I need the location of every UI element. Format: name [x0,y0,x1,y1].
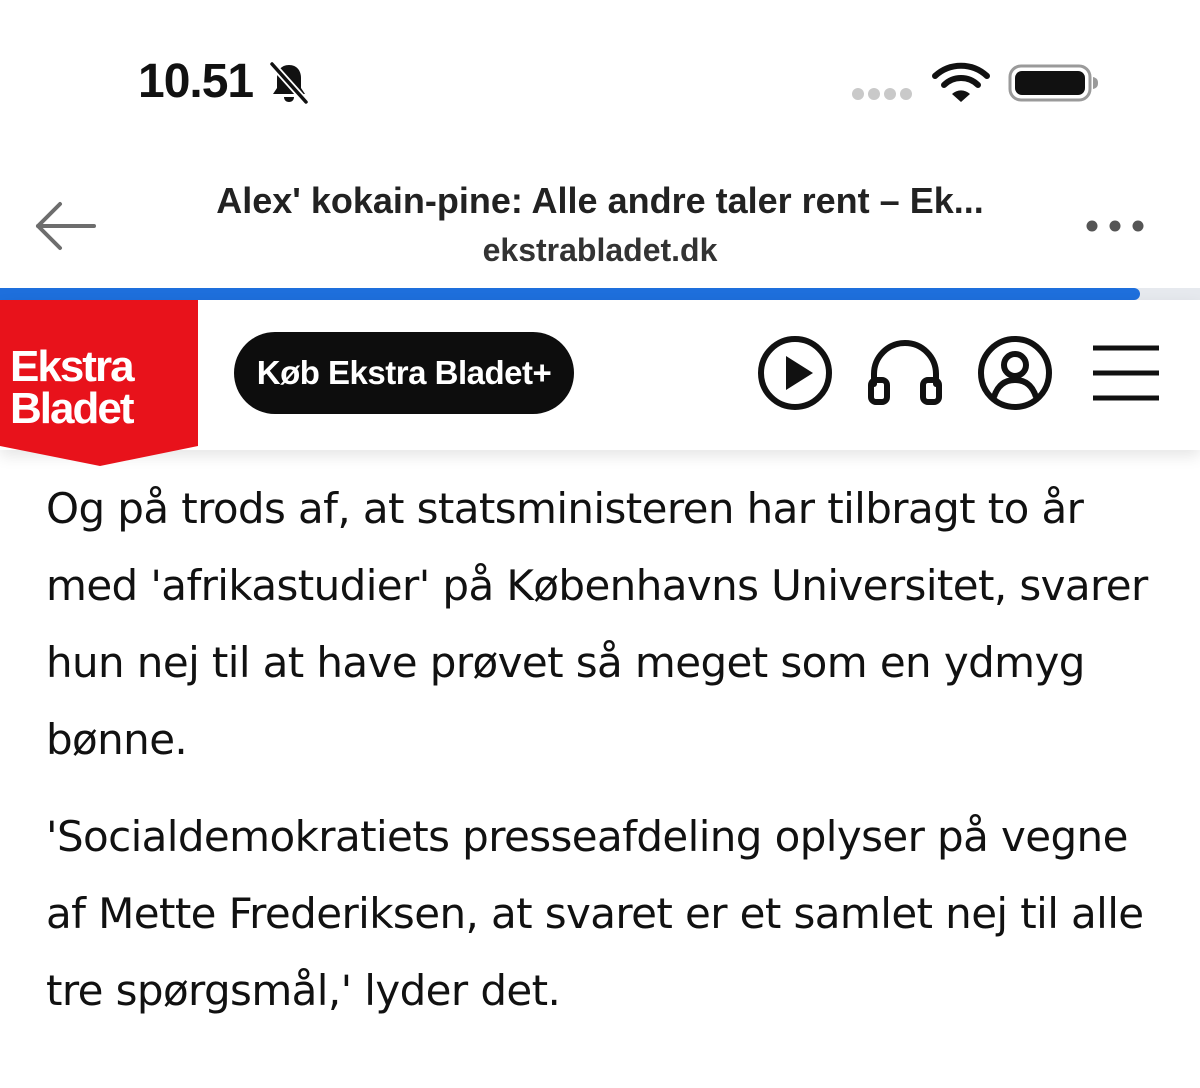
user-account-icon[interactable] [976,334,1054,412]
more-options-icon[interactable] [1082,216,1148,236]
logo-text: Ekstra Bladet [10,342,194,433]
status-bar: 10.51 [0,0,1200,150]
logo-line-1: Ekstra [10,342,135,391]
logo-line-2: Bladet [10,384,134,433]
article-paragraph: 'Socialdemokratiets presseafdeling oplys… [46,812,1144,1015]
buy-subscription-button[interactable]: Køb Ekstra Bladet+ [234,332,574,414]
wifi-icon [932,62,990,102]
play-icon[interactable] [756,334,834,412]
ekstra-bladet-logo[interactable]: Ekstra Bladet [0,300,198,466]
back-arrow-icon[interactable] [32,200,100,252]
load-progress-fill [0,288,1140,300]
hamburger-menu-icon[interactable] [1090,334,1162,412]
page-domain: ekstrabladet.dk [482,232,718,268]
signal-dots-icon [852,88,912,100]
headphones-icon[interactable] [866,334,944,412]
browser-header: Alex' kokain-pine: Alle andre taler rent… [0,150,1200,300]
site-nav: Ekstra Bladet Køb Ekstra Bladet+ [0,300,1200,466]
battery-icon [1008,64,1098,102]
status-time: 10.51 [138,55,254,108]
bell-slash-icon [269,61,309,105]
load-progress-bar [0,288,1200,300]
article-paragraph: Og på trods af, at statsministeren har t… [46,484,1148,764]
page-title: Alex' kokain-pine: Alle andre taler rent… [216,180,984,221]
article-body: Og på trods af, at statsministeren har t… [46,470,1166,1049]
